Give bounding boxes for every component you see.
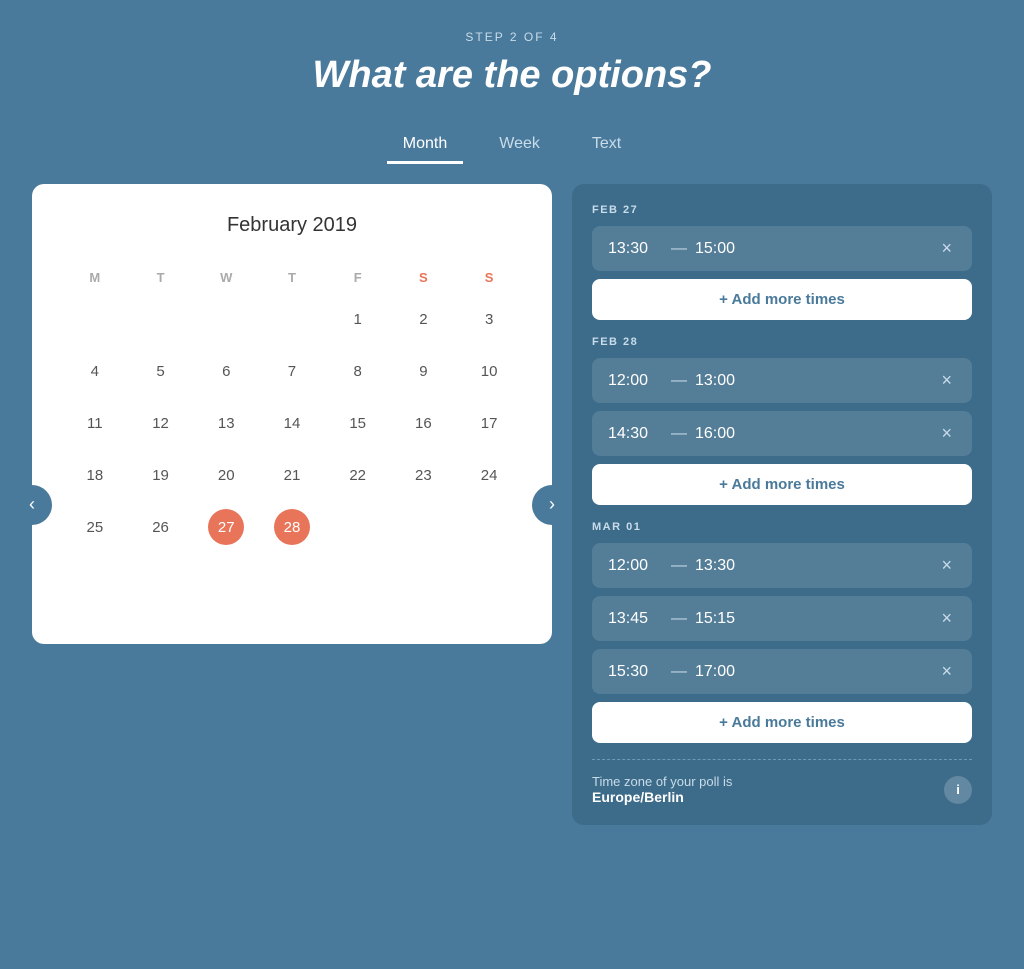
page-title: What are the options? xyxy=(313,54,712,97)
timezone-text: Time zone of your poll isEurope/Berlin xyxy=(592,774,732,805)
time-end: 13:00 xyxy=(695,372,750,390)
weekday-fri: F xyxy=(325,262,391,293)
calendar-day xyxy=(325,501,391,553)
calendar-day xyxy=(193,293,259,345)
time-end: 15:00 xyxy=(695,240,750,258)
schedule-panel: FEB 27 13:30 — 15:00 × + Add more times FEB 28… xyxy=(572,184,992,825)
calendar-day[interactable]: 25 xyxy=(62,501,128,553)
add-more-times-button[interactable]: + Add more times xyxy=(592,279,972,320)
tab-week[interactable]: Week xyxy=(483,127,556,164)
time-start: 12:00 xyxy=(608,372,663,390)
date-section-feb27: FEB 27 13:30 — 15:00 × + Add more times xyxy=(592,204,972,320)
calendar-day[interactable]: 27 xyxy=(193,501,259,553)
time-start: 13:30 xyxy=(608,240,663,258)
calendar-title: February 2019 xyxy=(62,214,522,237)
calendar-grid: M T W T F S S 12345678910111213141516171… xyxy=(62,262,522,553)
calendar-day xyxy=(391,501,457,553)
calendar-day[interactable]: 13 xyxy=(193,397,259,449)
date-section-feb28: FEB 28 12:00 — 13:00 × 14:30 — 16:00 × + Add more… xyxy=(592,336,972,505)
time-end: 17:00 xyxy=(695,663,750,681)
weekday-tue: T xyxy=(128,262,194,293)
calendar-day xyxy=(128,293,194,345)
time-slot: 12:00 — 13:30 × xyxy=(592,543,972,588)
add-more-times-button[interactable]: + Add more times xyxy=(592,702,972,743)
date-label-feb27: FEB 27 xyxy=(592,204,972,216)
calendar-day[interactable]: 15 xyxy=(325,397,391,449)
calendar-day[interactable]: 9 xyxy=(391,345,457,397)
calendar-day[interactable]: 12 xyxy=(128,397,194,449)
calendar-day[interactable]: 23 xyxy=(391,449,457,501)
time-start: 14:30 xyxy=(608,425,663,443)
calendar-day[interactable]: 21 xyxy=(259,449,325,501)
date-section-mar01: MAR 01 12:00 — 13:30 × 13:45 — 15:15 × 15:30 — 17:0… xyxy=(592,521,972,743)
next-month-button[interactable]: › xyxy=(532,485,572,525)
calendar-day[interactable]: 10 xyxy=(456,345,522,397)
time-start: 13:45 xyxy=(608,610,663,628)
remove-slot-button[interactable]: × xyxy=(937,423,956,444)
calendar-day[interactable]: 19 xyxy=(128,449,194,501)
calendar-day[interactable]: 16 xyxy=(391,397,457,449)
calendar-day[interactable]: 6 xyxy=(193,345,259,397)
remove-slot-button[interactable]: × xyxy=(937,608,956,629)
weekday-sun: S xyxy=(456,262,522,293)
calendar-day[interactable]: 18 xyxy=(62,449,128,501)
calendar-day xyxy=(259,293,325,345)
tab-bar: Month Week Text xyxy=(387,127,637,164)
time-start: 15:30 xyxy=(608,663,663,681)
calendar-day[interactable]: 4 xyxy=(62,345,128,397)
calendar-day[interactable]: 5 xyxy=(128,345,194,397)
time-slot: 12:00 — 13:00 × xyxy=(592,358,972,403)
time-slot: 14:30 — 16:00 × xyxy=(592,411,972,456)
calendar: February 2019 M T W T F S S 123456789101… xyxy=(32,184,552,644)
weekday-thu: T xyxy=(259,262,325,293)
calendar-day[interactable]: 7 xyxy=(259,345,325,397)
calendar-day xyxy=(62,293,128,345)
prev-month-button[interactable]: ‹ xyxy=(12,485,52,525)
timezone-info: Time zone of your poll isEurope/Berlin i xyxy=(592,759,972,805)
time-dash: — xyxy=(671,425,687,443)
time-slot: 13:45 — 15:15 × xyxy=(592,596,972,641)
date-label-feb28: FEB 28 xyxy=(592,336,972,348)
time-dash: — xyxy=(671,557,687,575)
weekday-sat: S xyxy=(391,262,457,293)
time-start: 12:00 xyxy=(608,557,663,575)
time-dash: — xyxy=(671,663,687,681)
calendar-day[interactable]: 1 xyxy=(325,293,391,345)
calendar-wrapper: ‹ February 2019 M T W T F S S 1234567891… xyxy=(32,184,552,825)
calendar-day[interactable]: 20 xyxy=(193,449,259,501)
step-label: STEP 2 OF 4 xyxy=(465,30,558,44)
calendar-day[interactable]: 11 xyxy=(62,397,128,449)
info-icon[interactable]: i xyxy=(944,776,972,804)
tab-text[interactable]: Text xyxy=(576,127,637,164)
time-slot: 13:30 — 15:00 × xyxy=(592,226,972,271)
calendar-day[interactable]: 2 xyxy=(391,293,457,345)
time-end: 15:15 xyxy=(695,610,750,628)
weekday-mon: M xyxy=(62,262,128,293)
calendar-day[interactable]: 22 xyxy=(325,449,391,501)
time-dash: — xyxy=(671,610,687,628)
time-end: 16:00 xyxy=(695,425,750,443)
remove-slot-button[interactable]: × xyxy=(937,370,956,391)
remove-slot-button[interactable]: × xyxy=(937,661,956,682)
main-content: ‹ February 2019 M T W T F S S 1234567891… xyxy=(32,184,992,825)
calendar-day[interactable]: 24 xyxy=(456,449,522,501)
calendar-day[interactable]: 3 xyxy=(456,293,522,345)
calendar-day[interactable]: 14 xyxy=(259,397,325,449)
weekday-wed: W xyxy=(193,262,259,293)
calendar-day[interactable]: 8 xyxy=(325,345,391,397)
tab-month[interactable]: Month xyxy=(387,127,463,164)
calendar-day[interactable]: 28 xyxy=(259,501,325,553)
time-end: 13:30 xyxy=(695,557,750,575)
date-label-mar01: MAR 01 xyxy=(592,521,972,533)
time-dash: — xyxy=(671,372,687,390)
calendar-day[interactable]: 26 xyxy=(128,501,194,553)
calendar-day xyxy=(456,501,522,553)
time-dash: — xyxy=(671,240,687,258)
remove-slot-button[interactable]: × xyxy=(937,555,956,576)
remove-slot-button[interactable]: × xyxy=(937,238,956,259)
time-slot: 15:30 — 17:00 × xyxy=(592,649,972,694)
add-more-times-button[interactable]: + Add more times xyxy=(592,464,972,505)
calendar-day[interactable]: 17 xyxy=(456,397,522,449)
